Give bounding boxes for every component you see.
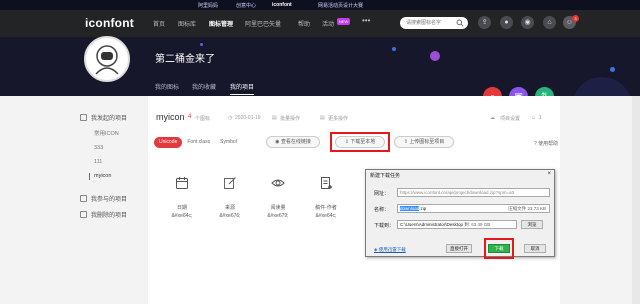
nav-help[interactable]: 帮助 [298, 19, 310, 28]
more-icon: ▤ [320, 115, 325, 121]
tab-unicode[interactable]: Unicode [154, 137, 183, 148]
nav-alibaba-vector[interactable]: 阿里巴巴矢量 [245, 19, 281, 28]
more-menu[interactable]: ••• [362, 16, 370, 25]
decor-dot [610, 67, 615, 72]
new-download-dialog: 新建下载任务 × 网址： https://www.iconfont.cn/api… [365, 169, 555, 257]
sidebar-group-my-projects[interactable]: 我发起的项目 [80, 113, 127, 122]
sidebar-item-333[interactable]: 333 [94, 145, 103, 151]
search-input[interactable] [400, 17, 454, 29]
sidebar-group-joined[interactable]: 我参与的项目 [80, 194, 127, 203]
file-size: 压缩文件 23.73 KB [508, 206, 546, 211]
name-label: 名称： [374, 207, 390, 213]
topbar-item[interactable]: iconfont [272, 2, 292, 8]
notification-badge: 3 [572, 15, 579, 22]
glyph-name: 阅读量 [270, 205, 286, 211]
tab-symbol[interactable]: Symbol [215, 137, 242, 148]
project-date: 2020-01-19 [235, 115, 261, 121]
upload-icon[interactable]: ⇪ [478, 16, 491, 29]
user-avatar[interactable] [84, 36, 130, 82]
batch-operation[interactable]: 批量操作 [280, 115, 300, 122]
brand-logo[interactable]: iconfont [85, 16, 134, 30]
user-nickname: 第二桶金来了 [155, 54, 215, 65]
icon-count: 4 [188, 114, 192, 120]
clock-icon: ◷ [228, 115, 233, 121]
new-badge: NEW [337, 18, 351, 25]
trash-icon [80, 211, 87, 218]
nav-icon-management[interactable]: 图标管理 [209, 19, 233, 28]
highlight-box-confirm [484, 238, 514, 259]
cloud-icon: ☁ [490, 115, 495, 121]
nav-home[interactable]: 首页 [153, 19, 165, 28]
astronaut-icon [95, 45, 119, 75]
document-author-icon[interactable] [319, 176, 333, 190]
dialog-title: 新建下载任务 [370, 173, 401, 179]
url-field[interactable]: https://www.iconfont.cn/api/project/down… [397, 188, 550, 197]
github-icon[interactable]: ● [500, 16, 513, 29]
glyph-code: &#xe679; [267, 213, 289, 219]
browse-button[interactable]: 浏览 [521, 220, 543, 229]
path-label: 下载到： [374, 223, 395, 229]
folder-icon [80, 195, 87, 202]
calendar-icon[interactable] [175, 176, 189, 190]
upload-to-project-button[interactable]: ⇧ 上传图标至项目 [394, 136, 454, 148]
glyph-code: &#xe64c; [171, 213, 193, 219]
glyph-name: 日期 [176, 205, 187, 211]
member-count: 1 [539, 115, 542, 121]
eye-icon[interactable] [271, 176, 285, 190]
folder-icon [80, 114, 87, 121]
sidebar-group-deleted[interactable]: 我删除的项目 [80, 210, 127, 219]
format-tabs: Unicode Font class Symbol [154, 137, 242, 148]
glyph-name: 稿件-作者 [315, 205, 337, 211]
usage-help[interactable]: ? 使用帮助 [534, 140, 558, 147]
more-operations[interactable]: 更多操作 [328, 115, 348, 122]
glyph-name: 来源 [224, 205, 235, 211]
nav-activity[interactable]: 活动 [322, 19, 334, 28]
highlight-box-download [330, 132, 390, 152]
filename-selection: download [400, 206, 420, 211]
edit-icon[interactable] [223, 176, 237, 190]
decor-dot [200, 43, 203, 46]
project-sidebar: 我发起的项目 常用ICON 333 111 myicon 我参与的项目 我删除的… [80, 96, 148, 304]
save-path-field[interactable]: C:\Users\Administrator\Desktop 剩: 63.49 … [397, 220, 517, 229]
sidebar-item-111[interactable]: 111 [94, 159, 102, 165]
topbar-item[interactable]: 创意中心 [236, 2, 256, 9]
open-directly-button[interactable]: 直接打开 [446, 244, 472, 253]
weibo-icon[interactable]: ◉ [521, 16, 534, 29]
filename-field[interactable]: download.zip 压缩文件 23.73 KB [397, 204, 550, 213]
tab-my-favorites[interactable]: 我的收藏 [192, 82, 216, 91]
top-announcement-bar: 阿里妈妈 创意中心 iconfont 网易活动页设计大赛 [0, 0, 640, 10]
tab-my-projects[interactable]: 我的项目 [230, 82, 255, 95]
search-icon[interactable] [456, 19, 464, 27]
search-box [400, 17, 468, 29]
url-label: 网址： [374, 191, 390, 197]
view-online-link-button[interactable]: ◉ 查看在线链接 [266, 136, 320, 148]
glyph-code: &#xe676; [219, 213, 241, 219]
cart-icon[interactable]: ⌂ [543, 16, 556, 29]
close-icon[interactable]: × [547, 171, 551, 177]
sidebar-item-common-icon[interactable]: 常用ICON [94, 129, 119, 137]
nav-icon-library[interactable]: 图标库 [178, 19, 196, 28]
free-space: 剩: 63.49 GB [464, 222, 491, 227]
topbar-item[interactable]: 阿里妈妈 [198, 2, 218, 9]
project-name: myicon [156, 112, 185, 122]
tab-font-class[interactable]: Font class [182, 137, 215, 148]
icon-count-unit: 个图标 [195, 116, 211, 122]
cancel-button[interactable]: 取消 [524, 244, 546, 253]
use-thunder-download-link[interactable]: ◈ 使用迅雷下载 [374, 247, 406, 253]
filename-extension: .zip [419, 206, 427, 211]
glyph-code: &#xe64c; [315, 213, 337, 219]
decor-planet [572, 77, 632, 96]
members-icon: ☺ [531, 115, 537, 121]
decor-dot [430, 51, 440, 61]
topbar-item[interactable]: 网易活动页设计大赛 [318, 2, 363, 9]
decor-dot [392, 47, 396, 51]
page-scrollbar[interactable] [632, 96, 640, 304]
project-settings[interactable]: 项目设置 [500, 115, 520, 122]
site-header: iconfont 首页 图标库 图标管理 阿里巴巴矢量 帮助 活动 NEW ••… [0, 10, 640, 37]
sidebar-item-myicon[interactable]: myicon [88, 173, 111, 180]
batch-icon: ▤ [272, 115, 277, 121]
tab-my-icons[interactable]: 我的图标 [155, 82, 179, 91]
